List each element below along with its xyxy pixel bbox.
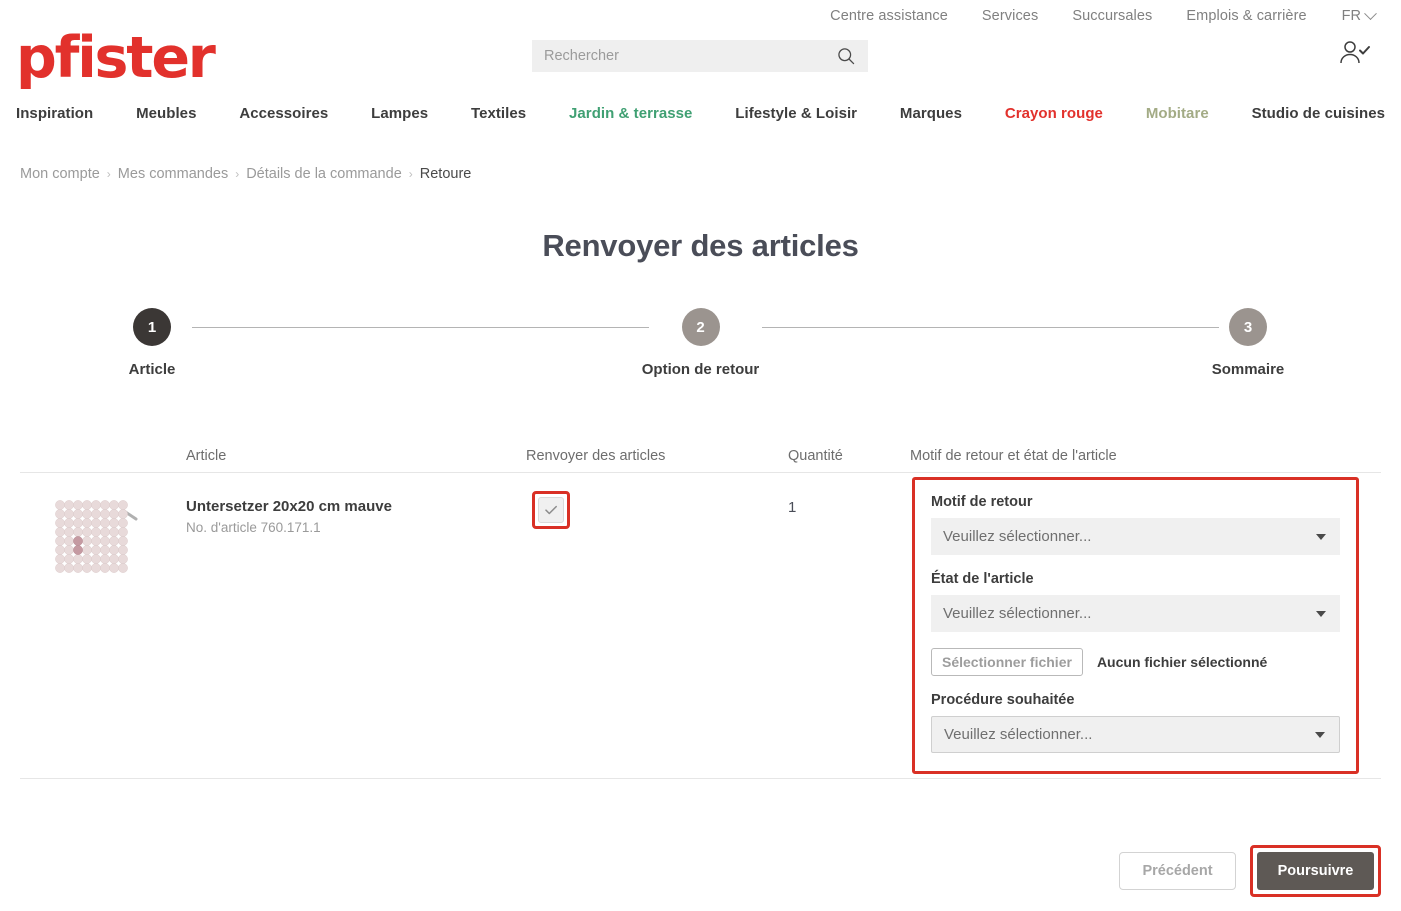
nav-item-accessoires[interactable]: Accessoires	[239, 105, 328, 122]
continue-button[interactable]: Poursuivre	[1257, 852, 1374, 890]
return-details-panel: Motif de retour Veuillez sélectionner...…	[912, 477, 1359, 774]
table-header-row: Article Renvoyer des articles Quantité M…	[20, 440, 1381, 472]
utility-link-emplois-carriere[interactable]: Emplois & carrière	[1169, 8, 1323, 24]
table-row-divider	[20, 778, 1381, 779]
previous-button[interactable]: Précédent	[1119, 852, 1236, 890]
chevron-down-icon	[1316, 610, 1326, 617]
nav-item-crayon-rouge[interactable]: Crayon rouge	[1005, 105, 1103, 122]
nav-item-lampes[interactable]: Lampes	[371, 105, 428, 122]
nav-item-jardin-terrasse[interactable]: Jardin & terrasse	[569, 105, 692, 122]
stepper-step-option-de-retour[interactable]: 2 Option de retour	[641, 308, 761, 378]
reason-label: Motif de retour	[931, 494, 1033, 510]
breadcrumb-item-details-commande[interactable]: Détails de la commande	[246, 166, 402, 182]
chevron-down-icon	[1315, 731, 1325, 738]
stepper-step-option-de-retour-circle[interactable]: 2	[681, 308, 720, 346]
stepper-step-article-label: Article	[128, 361, 176, 378]
stepper-step-article[interactable]: 1 Article	[92, 308, 212, 378]
procedure-select-value: Veuillez sélectionner...	[944, 726, 1093, 743]
table-header-return: Renvoyer des articles	[526, 448, 666, 464]
continue-button-highlight: Poursuivre	[1250, 845, 1381, 897]
site-header: pfister	[0, 26, 1401, 88]
breadcrumb-item-mon-compte[interactable]: Mon compte	[20, 166, 100, 182]
quantity-cell: 1	[788, 491, 910, 516]
page-title: Renvoyer des articles	[542, 228, 859, 263]
quantity-value: 1	[788, 499, 797, 516]
breadcrumb-separator: ›	[235, 167, 240, 181]
utility-link-succursales[interactable]: Succursales	[1055, 8, 1169, 24]
nav-item-studio-de-cuisines[interactable]: Studio de cuisines	[1252, 105, 1385, 122]
checkmark-icon	[545, 505, 557, 515]
nav-item-inspiration[interactable]: Inspiration	[16, 105, 93, 122]
stepper-step-sommaire-label: Sommaire	[1211, 361, 1285, 378]
reason-select[interactable]: Veuillez sélectionner...	[931, 518, 1340, 555]
table-row: Untersetzer 20x20 cm mauve No. d'article…	[20, 473, 1381, 778]
table-header-article: Article	[186, 448, 227, 464]
breadcrumb: Mon compte › Mes commandes › Détails de …	[20, 166, 471, 182]
file-status-label: Aucun fichier sélectionné	[1096, 654, 1268, 670]
file-upload-row: Sélectionner fichier Aucun fichier sélec…	[931, 648, 1340, 676]
search-icon[interactable]	[836, 46, 856, 66]
chevron-down-icon	[1364, 6, 1377, 20]
breadcrumb-item-retoure: Retoure	[419, 166, 472, 182]
return-reason-cell: Motif de retour Veuillez sélectionner...…	[910, 477, 1381, 774]
nav-item-textiles[interactable]: Textiles	[471, 105, 526, 122]
stepper-connector-1-2	[192, 327, 649, 328]
breadcrumb-separator: ›	[408, 167, 413, 181]
pfister-logo[interactable]: pfister	[16, 30, 216, 87]
product-name[interactable]: Untersetzer 20x20 cm mauve	[186, 498, 526, 515]
chevron-down-icon	[1316, 533, 1326, 540]
return-checkbox-highlight	[532, 491, 570, 529]
search-input[interactable]	[544, 48, 836, 64]
condition-select[interactable]: Veuillez sélectionner...	[931, 595, 1340, 632]
return-checkbox[interactable]	[538, 497, 564, 523]
stepper-connector-2-3	[762, 327, 1219, 328]
search-bar[interactable]	[532, 40, 868, 72]
product-sku: No. d'article 760.171.1	[186, 520, 321, 535]
utility-link-centre-assistance[interactable]: Centre assistance	[813, 8, 965, 24]
product-image-cell	[20, 491, 186, 580]
nav-item-marques[interactable]: Marques	[900, 105, 962, 122]
stepper-step-article-circle[interactable]: 1	[133, 308, 171, 346]
select-file-button[interactable]: Sélectionner fichier	[931, 648, 1083, 676]
stepper-step-option-de-retour-label: Option de retour	[641, 361, 760, 378]
table-header-quantity: Quantité	[788, 448, 843, 464]
product-thumbnail[interactable]	[50, 495, 138, 575]
progress-stepper: 1 Article 2 Option de retour 3 Sommaire	[110, 308, 1291, 383]
stepper-step-sommaire[interactable]: 3 Sommaire	[1188, 308, 1308, 378]
nav-item-lifestyle-loisir[interactable]: Lifestyle & Loisir	[735, 105, 857, 122]
user-check-icon[interactable]	[1337, 38, 1371, 68]
breadcrumb-item-mes-commandes[interactable]: Mes commandes	[118, 166, 228, 182]
breadcrumb-separator: ›	[106, 167, 111, 181]
product-info-cell: Untersetzer 20x20 cm mauve No. d'article…	[186, 491, 526, 535]
language-switcher[interactable]: FR	[1324, 6, 1379, 24]
nav-item-meubles[interactable]: Meubles	[136, 105, 196, 122]
condition-label: État de l'article	[931, 571, 1034, 587]
reason-select-value: Veuillez sélectionner...	[943, 528, 1092, 545]
utility-link-services[interactable]: Services	[965, 8, 1055, 24]
main-navigation: Inspiration Meubles Accessoires Lampes T…	[0, 100, 1401, 126]
language-switcher-label: FR	[1341, 8, 1361, 24]
stepper-step-sommaire-circle[interactable]: 3	[1229, 308, 1267, 346]
procedure-label: Procédure souhaitée	[931, 692, 1075, 708]
table-header-reason: Motif de retour et état de l'article	[910, 448, 1117, 464]
return-checkbox-cell	[526, 491, 788, 529]
condition-select-value: Veuillez sélectionner...	[943, 605, 1092, 622]
footer-actions: Précédent Poursuivre	[1119, 845, 1381, 897]
nav-item-mobitare[interactable]: Mobitare	[1146, 105, 1209, 122]
procedure-select[interactable]: Veuillez sélectionner...	[931, 716, 1340, 753]
returns-table: Article Renvoyer des articles Quantité M…	[20, 440, 1381, 779]
